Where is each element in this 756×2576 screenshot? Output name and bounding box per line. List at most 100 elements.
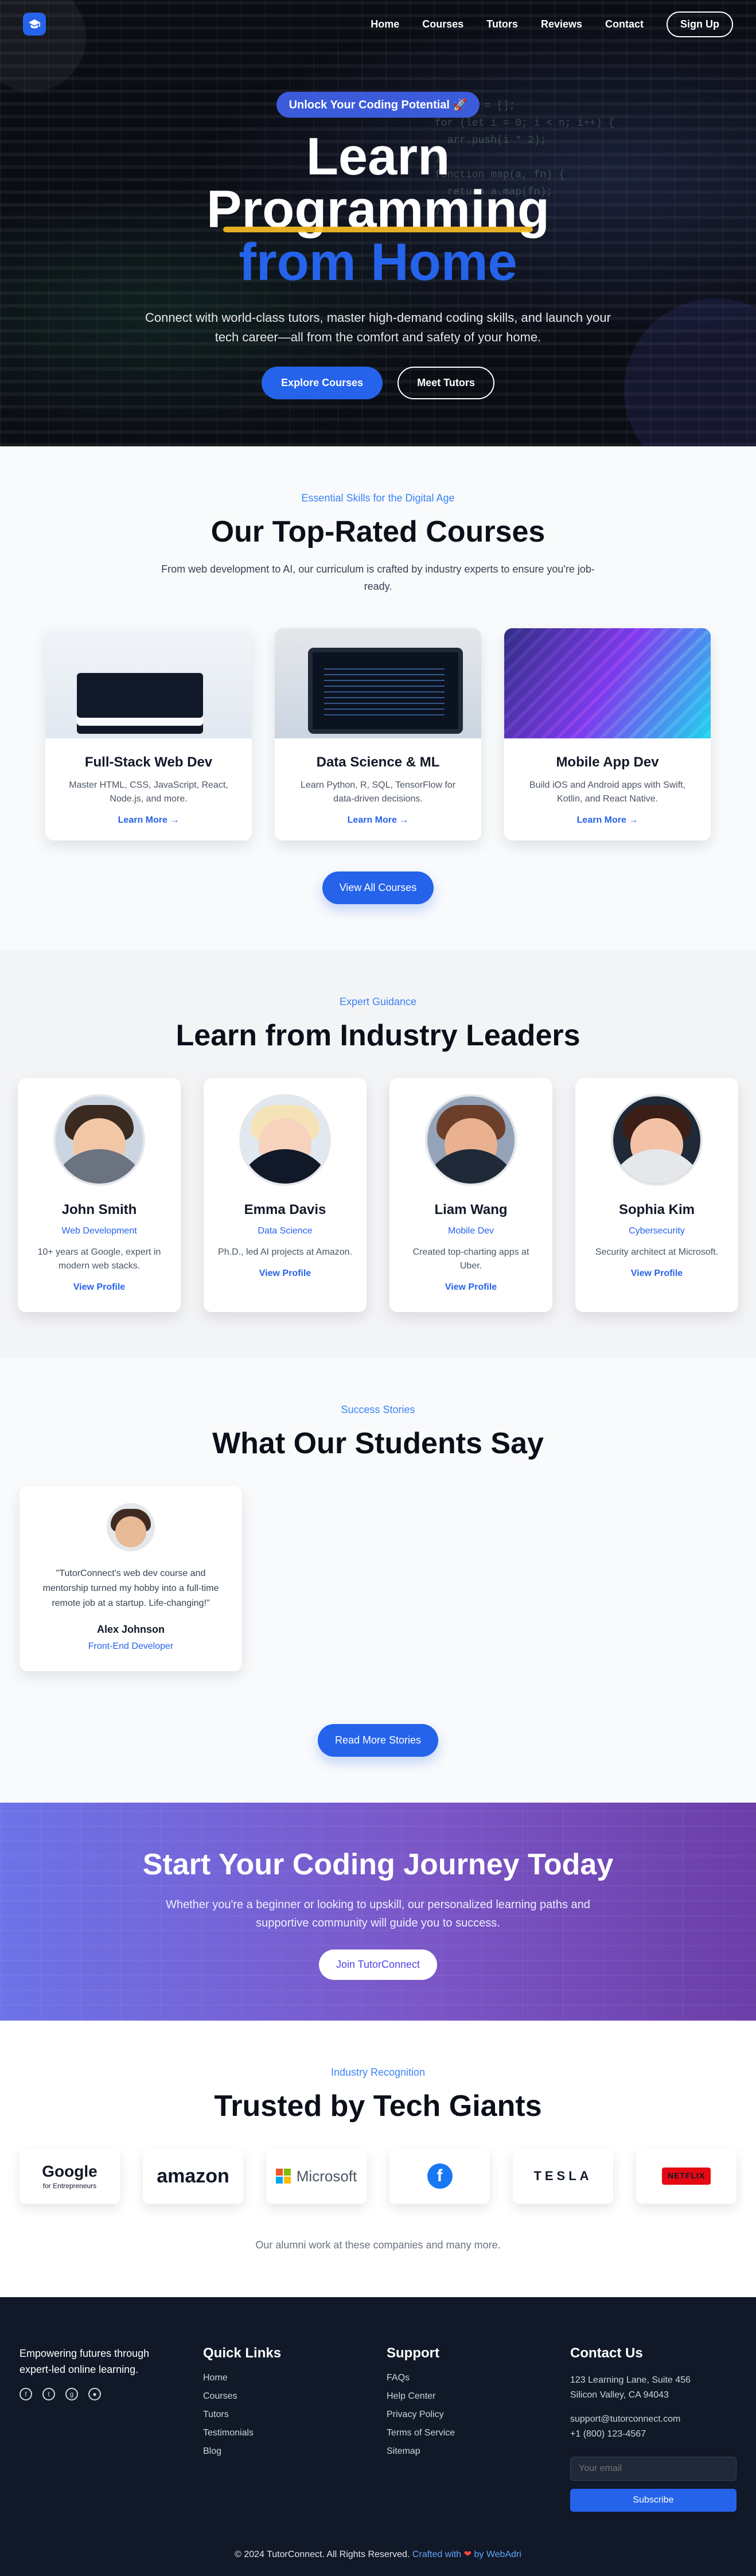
meet-tutors-button[interactable]: Meet Tutors [398,367,494,399]
crafted-text: Crafted with [412,2550,462,2559]
footer-link-terms[interactable]: Terms of Service [387,2428,570,2438]
copyright-text: © 2024 TutorConnect. All Rights Reserved… [235,2550,410,2559]
github-icon[interactable]: g [65,2388,78,2400]
nav-link-contact[interactable]: Contact [605,18,644,30]
footer-link-tutors[interactable]: Tutors [203,2410,387,2420]
avatar-shirt [241,1149,329,1184]
tutor-name: Emma Davis [244,1202,326,1217]
course-learn-more-link[interactable]: Learn More → [577,815,638,826]
tutors-title: Learn from Industry Leaders [176,1019,580,1052]
hero-subtitle: Connect with world-class tutors, master … [145,310,611,344]
course-card-body: Full-Stack Web Dev Master HTML, CSS, Jav… [45,738,252,840]
footer-bottom: © 2024 TutorConnect. All Rights Reserved… [0,2548,756,2560]
courses-description: From web development to AI, our curricul… [161,563,595,592]
testimonial-role: Front-End Developer [88,1641,174,1651]
footer-link-help-center[interactable]: Help Center [387,2391,570,2402]
footer-contact: Contact Us 123 Learning Lane, Suite 456 … [570,2345,736,2512]
facebook-logo: f [427,2163,453,2189]
avatar-shirt [427,1149,515,1184]
cta-subtitle: Whether you're a beginner or looking to … [166,1898,590,1929]
explore-courses-button[interactable]: Explore Courses [262,367,383,399]
tutor-avatar [611,1094,703,1186]
netflix-logo: NETFLIX [661,2168,711,2185]
courses-title: Our Top-Rated Courses [211,515,545,548]
nav-links: Home Courses Tutors Reviews Contact Sign… [371,11,733,37]
course-title: Mobile App Dev [556,754,659,770]
avatar-shirt [613,1149,700,1184]
logo-netflix: NETFLIX [636,2149,736,2204]
footer-support-title: Support [387,2345,439,2361]
course-card-datascience: Data Science & ML Learn Python, R, SQL, … [275,628,481,840]
footer-link-sitemap[interactable]: Sitemap [387,2446,570,2457]
logo-google: Google for Entrepreneurs [20,2149,120,2204]
nav-link-home[interactable]: Home [371,18,399,30]
newsletter-email-input[interactable] [570,2457,736,2481]
footer-quick-links: Quick Links Home Courses Tutors Testimon… [203,2345,387,2512]
tesla-logo: TESLA [533,2169,593,2183]
course-description: Build iOS and Android apps with Swift, K… [529,780,686,804]
facebook-logo-text: f [437,2166,443,2185]
footer-link-faqs[interactable]: FAQs [387,2373,570,2383]
twitter-icon[interactable]: t [42,2388,55,2400]
course-cards: Full-Stack Web Dev Master HTML, CSS, Jav… [0,628,756,840]
tutor-view-profile-link[interactable]: View Profile [73,1282,125,1293]
footer-grid: Empowering futures through expert-led on… [20,2345,736,2512]
testimonials-button-row: Read More Stories [0,1724,756,1757]
footer-support-list: FAQs Help Center Privacy Policy Terms of… [387,2373,570,2457]
join-tutorconnect-button[interactable]: Join TutorConnect [318,1949,438,1980]
tutor-view-profile-link[interactable]: View Profile [445,1282,497,1293]
view-all-courses-button[interactable]: View All Courses [322,871,434,904]
microsoft-squares-icon [275,2169,291,2184]
nav-link-tutors[interactable]: Tutors [486,18,518,30]
tutor-role: Web Development [61,1226,137,1236]
hero-pill: Unlock Your Coding Potential 🚀 [276,92,480,118]
logo-tesla: TESLA [513,2149,613,2204]
footer-link-blog[interactable]: Blog [203,2446,387,2457]
amazon-logo: amazon [157,2165,229,2187]
course-title: Data Science & ML [316,754,440,770]
footer-brand-text: Empowering futures through expert-led on… [20,2348,150,2375]
microsoft-logo-text: Microsoft [296,2167,357,2185]
facebook-icon[interactable]: f [20,2388,32,2400]
tutor-name: John Smith [61,1202,137,1217]
read-more-stories-button[interactable]: Read More Stories [317,1724,439,1757]
trusted-section: Industry Recognition Trusted by Tech Gia… [0,2021,756,2297]
nav-link-reviews[interactable]: Reviews [541,18,582,30]
tutor-role: Cybersecurity [629,1226,685,1236]
tutor-card: John Smith Web Development 10+ years at … [18,1078,181,1312]
tutor-bio: Security architect at Microsoft. [595,1247,719,1257]
courses-button-row: View All Courses [0,871,756,904]
logo-amazon: amazon [143,2149,243,2204]
footer-quick-links-list: Home Courses Tutors Testimonials Blog [203,2373,387,2457]
avatar-shirt [56,1149,143,1184]
nav-link-courses[interactable]: Courses [422,18,463,30]
dribbble-icon[interactable]: ● [88,2388,101,2400]
footer-link-privacy[interactable]: Privacy Policy [387,2410,570,2420]
course-title: Full-Stack Web Dev [84,754,213,770]
course-card-mobile: Mobile App Dev Build iOS and Android app… [504,628,711,840]
top-nav: Home Courses Tutors Reviews Contact Sign… [0,0,756,48]
footer-brand: Empowering futures through expert-led on… [20,2345,203,2512]
social-links: f t g ● [20,2388,203,2400]
hero-title-line-2: Programming [120,183,636,236]
footer-link-courses[interactable]: Courses [203,2391,387,2402]
footer-address-line-2: Silicon Valley, CA 94043 [570,2390,669,2400]
testimonial-card: "TutorConnect's web dev course and mento… [20,1486,242,1671]
brand-logo[interactable] [23,13,46,36]
hero: var arr = []; for (let i = 0; i < n; i++… [0,0,756,446]
trusted-eyebrow: Industry Recognition [330,2067,426,2078]
tutor-view-profile-link[interactable]: View Profile [631,1268,683,1279]
tutor-name: Liam Wang [434,1202,508,1217]
tutor-avatar [425,1094,517,1186]
subscribe-button[interactable]: Subscribe [570,2489,736,2512]
footer-link-testimonials[interactable]: Testimonials [203,2428,387,2438]
footer-link-home[interactable]: Home [203,2373,387,2383]
tutor-card: Liam Wang Mobile Dev Created top-chartin… [389,1078,552,1312]
testimonials-section: Success Stories What Our Students Say "T… [0,1358,756,1803]
course-learn-more-link[interactable]: Learn More → [118,815,180,826]
google-logo-subtext: for Entrepreneurs [42,2182,97,2190]
tutor-view-profile-link[interactable]: View Profile [259,1268,311,1279]
course-learn-more-link[interactable]: Learn More → [348,815,409,826]
heart-icon: ❤ [463,2550,472,2559]
signup-button[interactable]: Sign Up [667,11,733,37]
